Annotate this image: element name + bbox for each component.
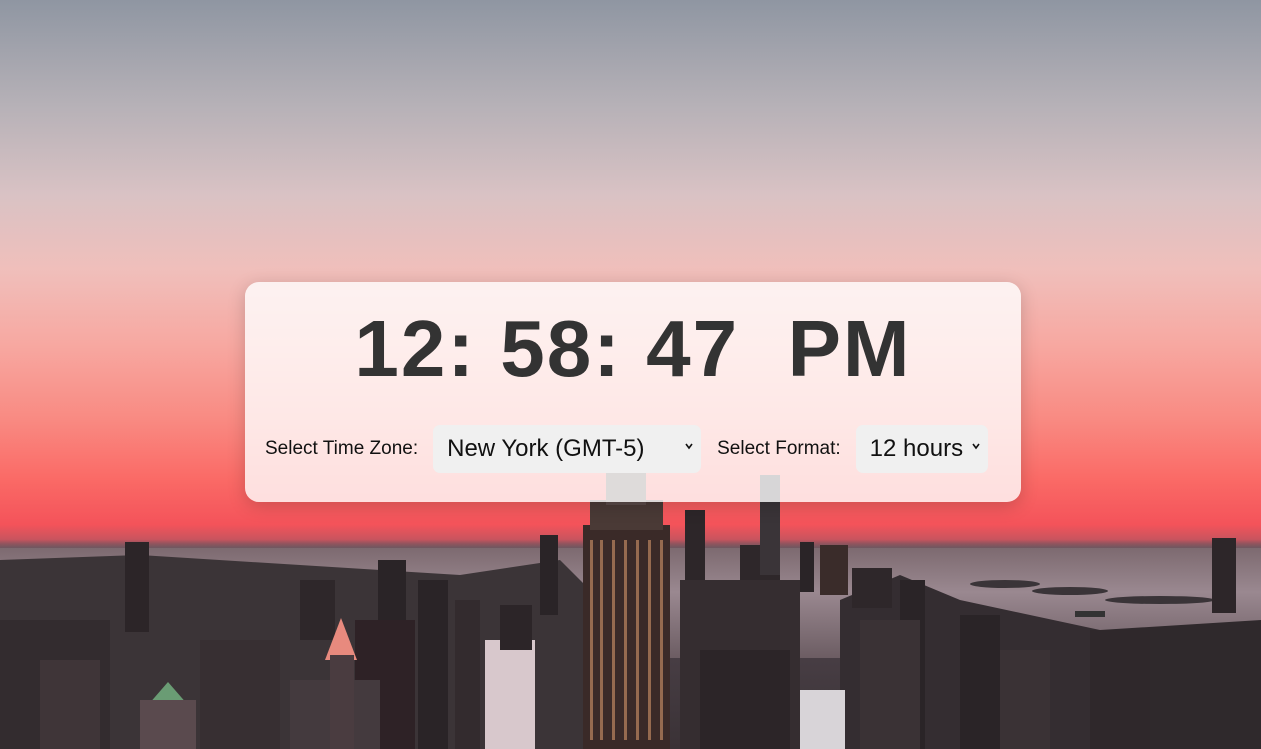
format-select[interactable]: 12 hours [855, 425, 988, 473]
timezone-select-value: New York (GMT-5) [447, 435, 645, 462]
format-select-value: 12 hours [869, 435, 964, 462]
timezone-select[interactable]: New York (GMT-5) [433, 425, 702, 473]
chevron-down-icon [685, 443, 693, 450]
timezone-label: Select Time Zone: [265, 438, 419, 459]
clock-display: 12: 58: 47 PM [354, 304, 912, 393]
clock-controls: Select Time Zone: New York (GMT-5) Selec… [265, 425, 988, 473]
format-label: Select Format: [717, 438, 841, 459]
chevron-down-icon [972, 443, 980, 450]
clock-card: 12: 58: 47 PM Select Time Zone: New York… [245, 282, 1021, 502]
background-scene: 12: 58: 47 PM Select Time Zone: New York… [0, 0, 1261, 749]
